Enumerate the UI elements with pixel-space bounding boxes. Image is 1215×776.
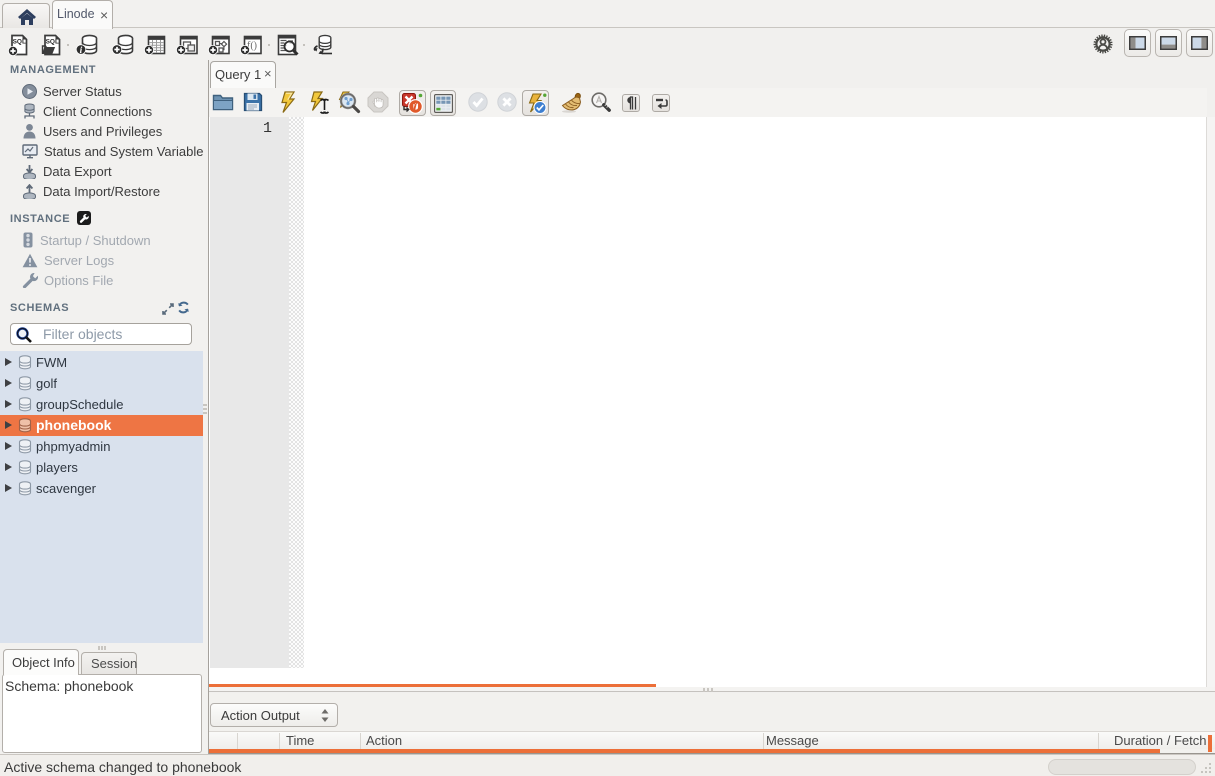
svg-text:SQL: SQL	[46, 39, 59, 46]
svg-text:i: i	[80, 46, 83, 56]
svg-text:SQL: SQL	[13, 39, 26, 46]
